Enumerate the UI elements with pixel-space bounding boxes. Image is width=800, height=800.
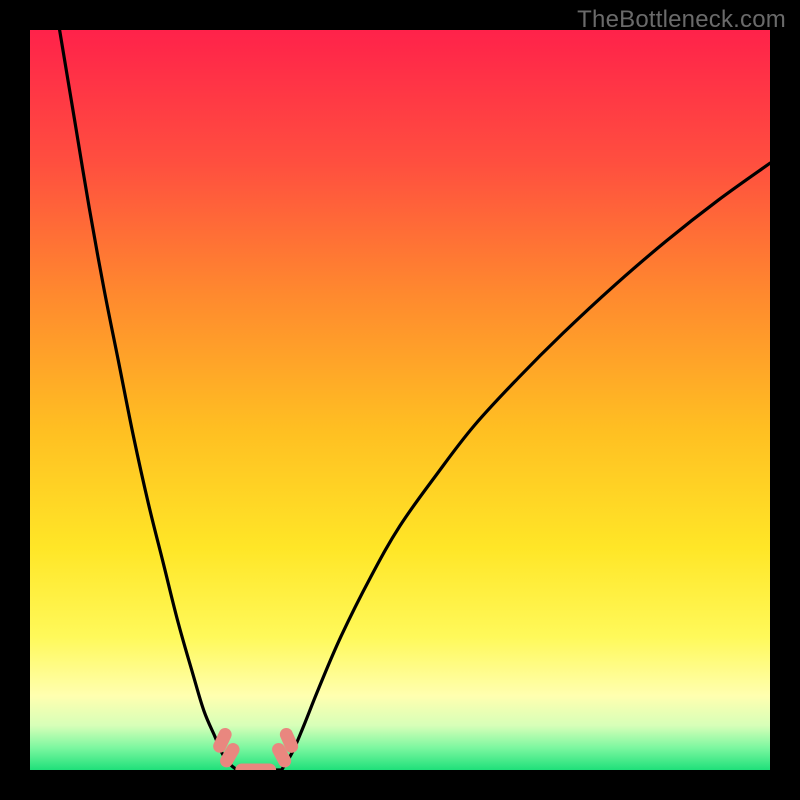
plot-area — [30, 30, 770, 770]
gradient-background — [30, 30, 770, 770]
marker-point — [250, 764, 276, 771]
chart-svg — [30, 30, 770, 770]
chart-frame: TheBottleneck.com — [0, 0, 800, 800]
